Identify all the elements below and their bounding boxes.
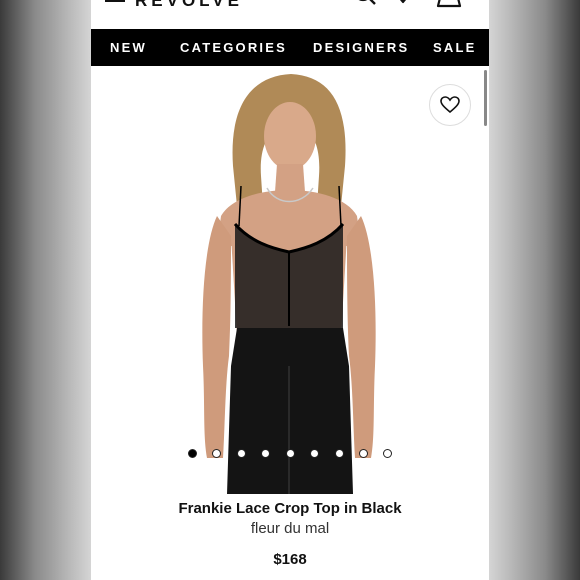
nav-new[interactable]: NEW [110, 40, 147, 55]
carousel-dot[interactable] [286, 449, 295, 458]
search-icon[interactable] [353, 0, 379, 10]
main-nav: NEW CATEGORIES DESIGNERS SALE [91, 29, 489, 66]
product-image[interactable] [91, 66, 489, 494]
carousel-dot[interactable] [188, 449, 197, 458]
mobile-screen: REVOLVE NEW CATEGORIES DESIGNERS SALE Fr… [91, 0, 489, 580]
site-logo[interactable]: REVOLVE [135, 0, 243, 11]
carousel-dot[interactable] [261, 449, 270, 458]
carousel-dot[interactable] [212, 449, 221, 458]
nav-categories[interactable]: CATEGORIES [180, 40, 287, 55]
heart-outline-icon [440, 96, 460, 114]
carousel-dot[interactable] [237, 449, 246, 458]
product-brand[interactable]: fleur du mal [91, 520, 489, 537]
bag-icon[interactable] [436, 0, 462, 10]
nav-sale[interactable]: SALE [433, 40, 476, 55]
site-header: REVOLVE [91, 0, 489, 28]
carousel-dot[interactable] [335, 449, 344, 458]
product-title[interactable]: Frankie Lace Crop Top in Black [91, 500, 489, 517]
carousel-dot[interactable] [310, 449, 319, 458]
image-carousel-dots [91, 448, 489, 460]
model-photo [202, 74, 376, 494]
scrollbar[interactable] [484, 70, 487, 126]
heart-icon[interactable] [392, 0, 414, 10]
carousel-dot[interactable] [359, 449, 368, 458]
product-price: $168 [273, 551, 307, 568]
nav-designers[interactable]: DESIGNERS [313, 40, 409, 55]
favorite-button[interactable] [429, 84, 471, 126]
carousel-dot[interactable] [383, 449, 392, 458]
menu-icon[interactable] [105, 0, 125, 4]
